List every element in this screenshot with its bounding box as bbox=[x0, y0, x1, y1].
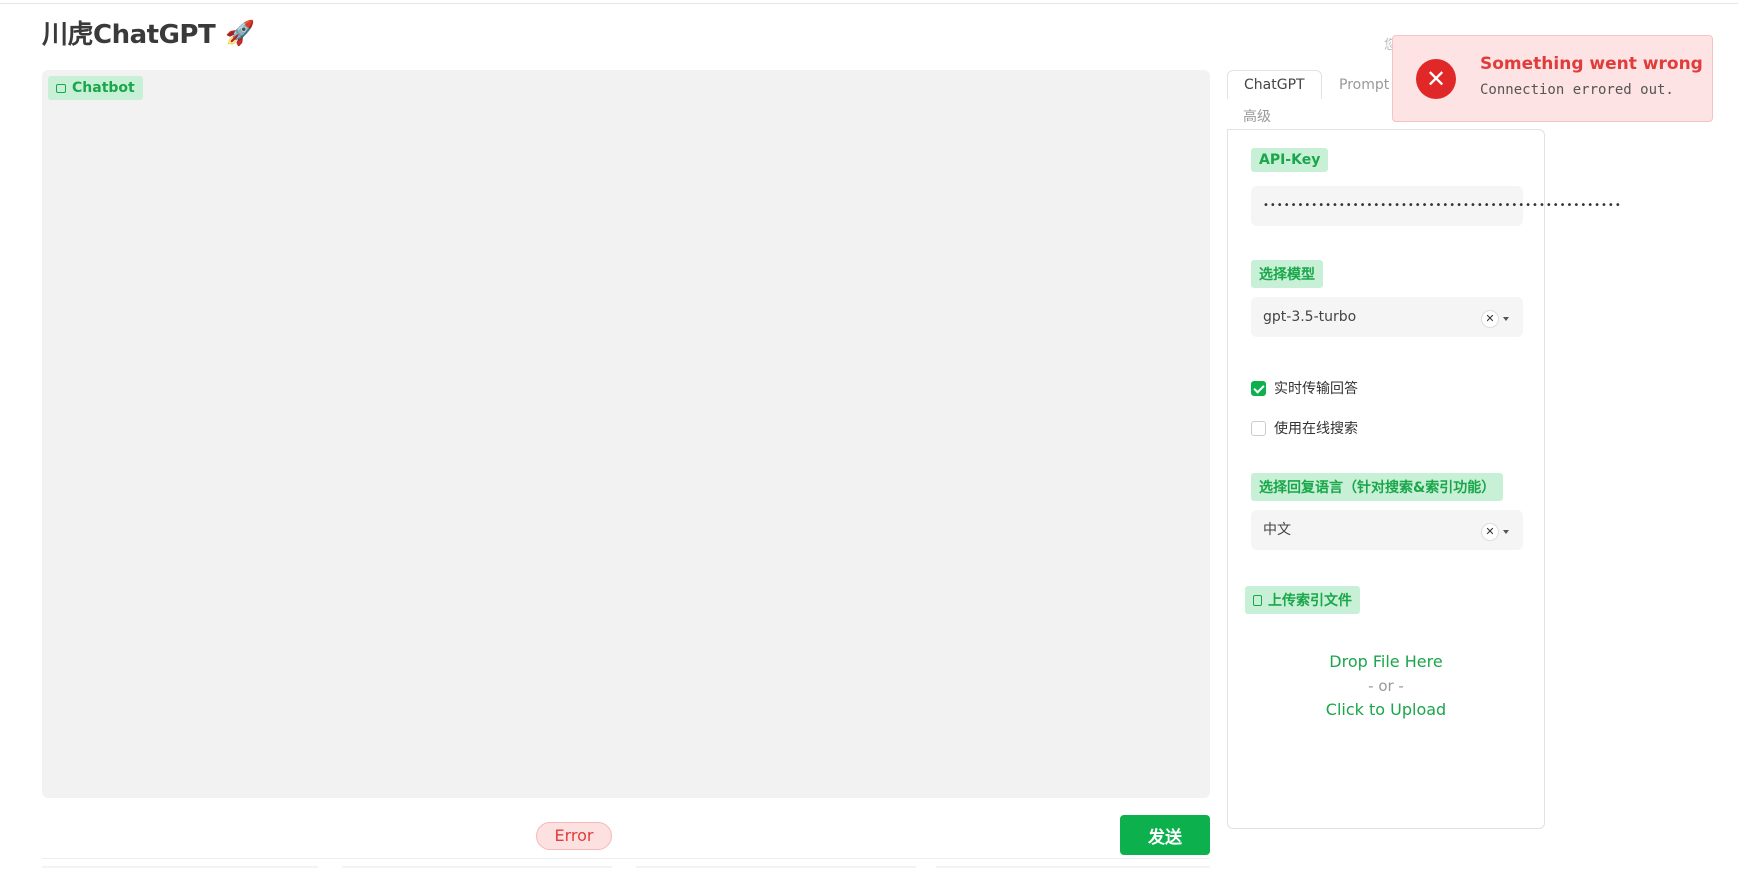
tab-chatgpt[interactable]: ChatGPT bbox=[1227, 70, 1322, 99]
divider bbox=[342, 866, 612, 868]
or-text: - or - bbox=[1368, 677, 1404, 695]
app-title: 川虎ChatGPT 🚀 bbox=[42, 14, 255, 51]
settings-panel: API-Key ••••••••••••••••••••••••••••••••… bbox=[1227, 129, 1621, 829]
send-button[interactable]: 发送 bbox=[1120, 815, 1210, 855]
divider bbox=[636, 866, 916, 868]
upload-label-text: 上传索引文件 bbox=[1268, 593, 1352, 609]
chatbot-label: Chatbot bbox=[48, 76, 143, 100]
model-label: 选择模型 bbox=[1251, 260, 1323, 288]
chatbot-panel: Chatbot bbox=[42, 70, 1210, 798]
error-icon: ✕ bbox=[1416, 59, 1456, 99]
online-search-checkbox[interactable] bbox=[1251, 420, 1266, 436]
model-select-value: gpt-3.5-turbo bbox=[1263, 309, 1357, 325]
file-dropzone[interactable]: Drop File Here - or - Click to Upload bbox=[1228, 650, 1544, 722]
toast-title: Something went wrong bbox=[1480, 54, 1703, 74]
divider bbox=[42, 866, 318, 868]
error-status-pill: Error bbox=[536, 822, 612, 850]
stream-checkbox[interactable] bbox=[1251, 380, 1266, 396]
model-select[interactable]: gpt-3.5-turbo ✕ bbox=[1251, 297, 1523, 337]
top-border bbox=[0, 0, 1738, 4]
clear-icon[interactable]: ✕ bbox=[1481, 310, 1499, 328]
click-to-upload-text[interactable]: Click to Upload bbox=[1228, 698, 1544, 722]
tab-prompt[interactable]: Prompt bbox=[1339, 77, 1389, 93]
online-search-checkbox-row[interactable]: 使用在线搜索 bbox=[1251, 418, 1358, 438]
stream-checkbox-row[interactable]: 实时传输回答 bbox=[1251, 378, 1358, 398]
api-key-input[interactable]: ••••••••••••••••••••••••••••••••••••••••… bbox=[1251, 186, 1621, 226]
divider bbox=[936, 866, 1210, 868]
toast-message: Connection errored out. bbox=[1480, 82, 1674, 98]
app-title-text: 川虎ChatGPT bbox=[42, 20, 216, 50]
reply-language-select-value: 中文 bbox=[1263, 522, 1291, 538]
chatbot-label-text: Chatbot bbox=[72, 80, 135, 96]
error-toast[interactable]: ✕ Something went wrong Connection errore… bbox=[1392, 35, 1713, 122]
drop-file-text: Drop File Here bbox=[1329, 652, 1443, 671]
tab-advanced[interactable]: 高级 bbox=[1243, 106, 1271, 126]
api-key-label: API-Key bbox=[1251, 148, 1329, 172]
rocket-icon: 🚀 bbox=[225, 18, 255, 47]
upload-label: 上传索引文件 bbox=[1245, 586, 1360, 614]
file-icon bbox=[1253, 594, 1262, 606]
reply-language-label: 选择回复语言（针对搜索&索引功能） bbox=[1251, 473, 1504, 501]
chevron-down-icon[interactable] bbox=[1503, 530, 1509, 534]
reply-language-select[interactable]: 中文 ✕ bbox=[1251, 510, 1523, 550]
input-bar: Error 发送 bbox=[42, 808, 1210, 859]
online-search-checkbox-label: 使用在线搜索 bbox=[1274, 421, 1358, 437]
chat-bubble-icon bbox=[56, 83, 66, 93]
chevron-down-icon[interactable] bbox=[1503, 317, 1509, 321]
stream-checkbox-label: 实时传输回答 bbox=[1274, 381, 1358, 397]
clear-icon[interactable]: ✕ bbox=[1481, 523, 1499, 541]
